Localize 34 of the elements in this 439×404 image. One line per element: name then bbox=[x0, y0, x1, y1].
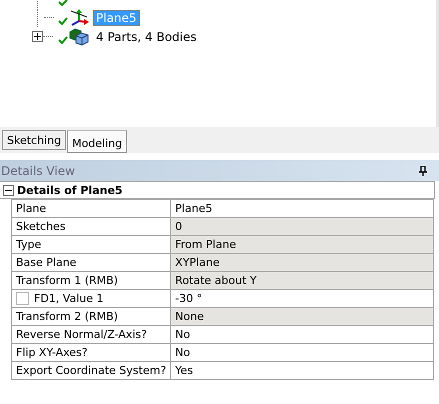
check-icon bbox=[58, 0, 68, 6]
property-name: FD1, Value 1 bbox=[12, 290, 171, 308]
property-value[interactable]: Plane5 bbox=[170, 200, 434, 218]
property-name: Plane bbox=[12, 200, 171, 218]
tab[interactable]: Modeling bbox=[67, 130, 128, 153]
axes-icon bbox=[69, 8, 89, 26]
property-value[interactable]: No bbox=[170, 344, 434, 362]
property-name: Transform 2 (RMB) bbox=[12, 308, 171, 326]
property-name: Transform 1 (RMB) bbox=[12, 272, 171, 290]
property-name: Base Plane bbox=[12, 254, 171, 272]
property-name: Type bbox=[12, 236, 171, 254]
group-title: Details of Plane5 bbox=[17, 184, 123, 196]
property-value[interactable]: Yes bbox=[170, 362, 434, 380]
property-value[interactable]: 0 bbox=[170, 218, 434, 236]
property-value[interactable]: Rotate about Y bbox=[170, 272, 434, 290]
panel-title: Details View bbox=[1, 164, 75, 178]
plus-icon bbox=[33, 32, 42, 41]
property-name: Reverse Normal/Z-Axis? bbox=[12, 326, 171, 344]
tab[interactable]: Sketching bbox=[2, 130, 66, 150]
check-icon bbox=[58, 16, 68, 24]
expand-button[interactable] bbox=[32, 31, 43, 42]
pin-icon[interactable] bbox=[419, 166, 427, 176]
property-name: Export Coordinate System? bbox=[12, 362, 171, 380]
property-value[interactable]: XYPlane bbox=[170, 254, 434, 272]
property-value[interactable]: From Plane bbox=[170, 236, 434, 254]
check-icon bbox=[58, 36, 68, 44]
collapse-button[interactable] bbox=[3, 184, 14, 196]
tree-item[interactable]: 4 Parts, 4 Bodies bbox=[93, 28, 200, 44]
property-value[interactable]: None bbox=[170, 308, 434, 326]
checkbox[interactable] bbox=[16, 292, 29, 306]
property-value[interactable]: No bbox=[170, 326, 434, 344]
property-name: Sketches bbox=[12, 218, 171, 236]
cubes-icon bbox=[69, 28, 89, 46]
property-name: Flip XY-Axes? bbox=[12, 344, 171, 362]
